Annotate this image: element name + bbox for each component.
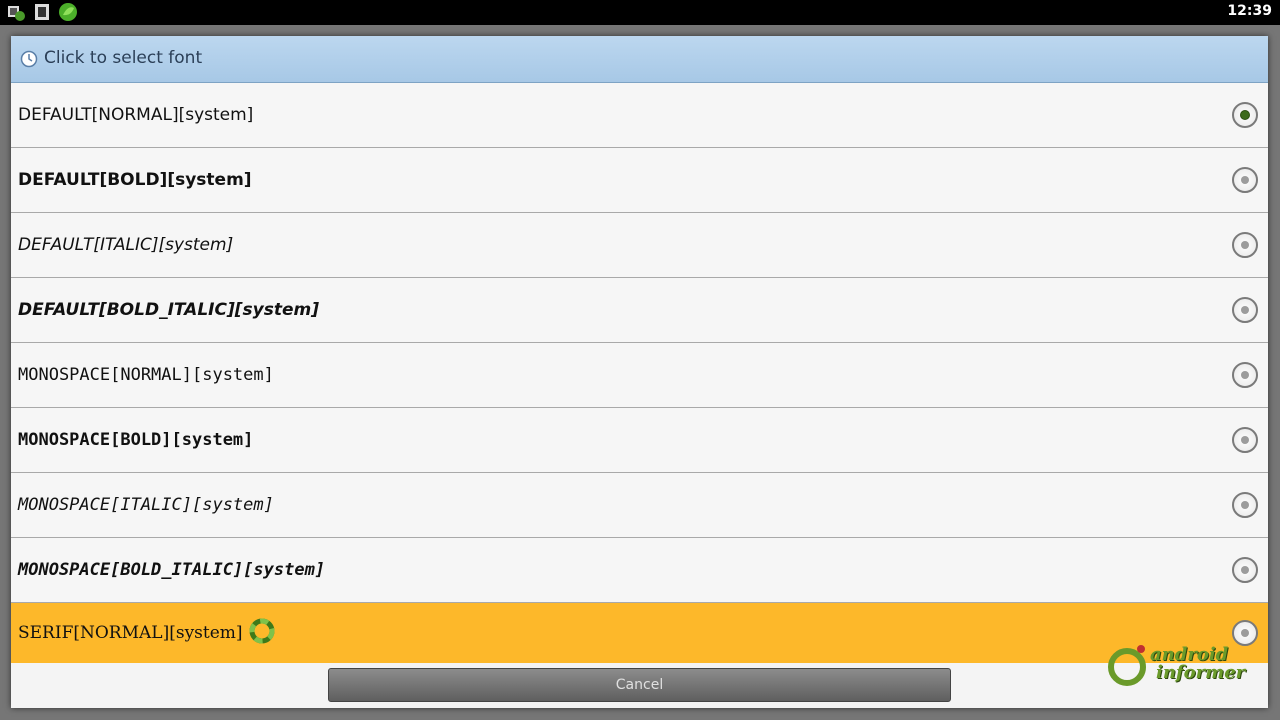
option-label: MONOSPACE[BOLD_ITALIC][system] bbox=[18, 560, 326, 580]
clock: 12:39 bbox=[1227, 3, 1272, 19]
font-option-monospace-normal[interactable]: MONOSPACE[NORMAL][system] bbox=[11, 343, 1268, 408]
font-select-dialog: Click to select font DEFAULT[NORMAL][sys… bbox=[11, 36, 1268, 708]
option-label: DEFAULT[ITALIC][system] bbox=[18, 235, 234, 255]
dialog-title-bar: Click to select font bbox=[11, 36, 1268, 83]
font-option-monospace-italic[interactable]: MONOSPACE[ITALIC][system] bbox=[11, 473, 1268, 538]
font-option-default-italic[interactable]: DEFAULT[ITALIC][system] bbox=[11, 213, 1268, 278]
app-leaf-icon bbox=[59, 3, 77, 21]
loading-spinner-icon bbox=[249, 618, 275, 644]
font-option-default-bold-italic[interactable]: DEFAULT[BOLD_ITALIC][system] bbox=[11, 278, 1268, 343]
font-option-monospace-bold[interactable]: MONOSPACE[BOLD][system] bbox=[11, 408, 1268, 473]
dialog-title: Click to select font bbox=[44, 48, 203, 68]
radio-button[interactable] bbox=[1232, 557, 1258, 583]
option-label: DEFAULT[BOLD][system] bbox=[18, 170, 252, 190]
radio-button[interactable] bbox=[1232, 232, 1258, 258]
status-bar: 12:39 bbox=[0, 0, 1280, 25]
radio-button[interactable] bbox=[1232, 362, 1258, 388]
font-option-list: DEFAULT[NORMAL][system] DEFAULT[BOLD][sy… bbox=[11, 83, 1268, 663]
usb-debug-icon bbox=[8, 6, 25, 21]
option-label: SERIF[NORMAL][system] bbox=[18, 623, 243, 643]
option-label: DEFAULT[NORMAL][system] bbox=[18, 105, 254, 125]
option-label: MONOSPACE[NORMAL][system] bbox=[18, 365, 274, 385]
option-label: DEFAULT[BOLD_ITALIC][system] bbox=[18, 300, 319, 320]
watermark-text: android informer bbox=[1150, 646, 1245, 682]
watermark-line2: informer bbox=[1156, 662, 1246, 683]
radio-button-checked[interactable] bbox=[1232, 102, 1258, 128]
font-option-serif-normal[interactable]: SERIF[NORMAL][system] bbox=[11, 603, 1268, 663]
clock-icon bbox=[20, 50, 38, 68]
cancel-button[interactable]: Cancel bbox=[328, 668, 951, 702]
font-option-default-normal[interactable]: DEFAULT[NORMAL][system] bbox=[11, 83, 1268, 148]
radio-button[interactable] bbox=[1232, 427, 1258, 453]
sd-card-icon bbox=[35, 4, 49, 20]
option-label: MONOSPACE[BOLD][system] bbox=[18, 430, 254, 450]
font-option-monospace-bold-italic[interactable]: MONOSPACE[BOLD_ITALIC][system] bbox=[11, 538, 1268, 603]
option-label: MONOSPACE[ITALIC][system] bbox=[18, 495, 274, 515]
font-option-default-bold[interactable]: DEFAULT[BOLD][system] bbox=[11, 148, 1268, 213]
radio-button[interactable] bbox=[1232, 297, 1258, 323]
radio-button[interactable] bbox=[1232, 492, 1258, 518]
radio-button[interactable] bbox=[1232, 167, 1258, 193]
